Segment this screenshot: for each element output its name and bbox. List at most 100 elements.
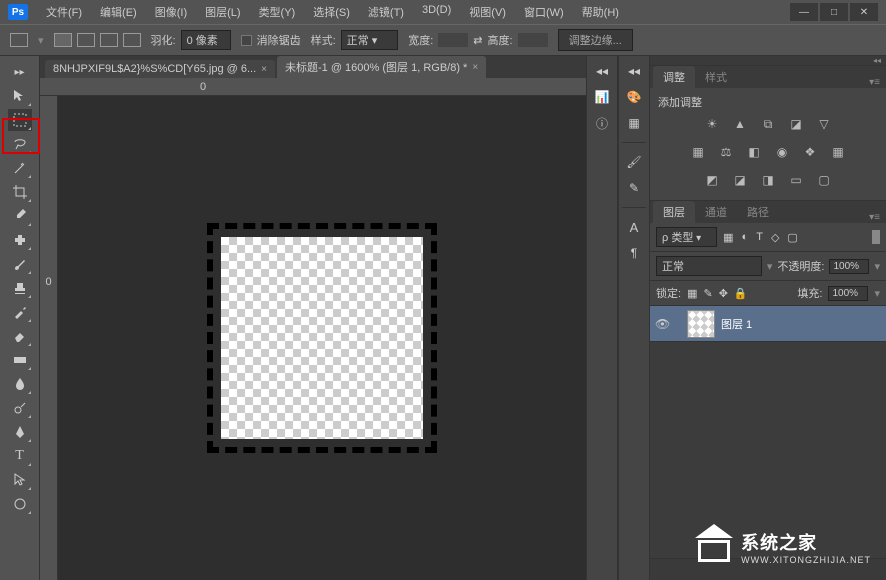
filter-type-select[interactable]: ρ 类型 ▾ — [656, 227, 717, 247]
blend-mode-select[interactable]: 正常 — [656, 256, 762, 276]
tab-adjustments[interactable]: 调整 — [653, 66, 695, 88]
color-icon[interactable]: 🎨 — [624, 87, 644, 107]
tab-close-icon[interactable]: × — [472, 62, 478, 73]
feather-input[interactable]: 0 像素 — [181, 30, 231, 50]
filter-toggle[interactable] — [872, 230, 880, 244]
menu-edit[interactable]: 编辑(E) — [92, 1, 145, 23]
style-select[interactable]: 正常 ▾ — [341, 30, 399, 50]
subtract-selection-icon[interactable] — [100, 33, 118, 47]
refine-edge-button[interactable]: 调整边缘... — [558, 29, 633, 51]
panel-menu-icon[interactable]: ▾≡ — [863, 212, 886, 223]
fill-input[interactable]: 100% — [828, 286, 868, 301]
gradient-map-icon[interactable]: ▭ — [787, 172, 805, 188]
filter-type-icon[interactable]: T — [756, 231, 763, 244]
layer-visibility-icon[interactable]: 👁 — [655, 317, 669, 331]
menu-image[interactable]: 图像(I) — [147, 1, 195, 23]
posterize-icon[interactable]: ◪ — [731, 172, 749, 188]
layer-name[interactable]: 图层 1 — [721, 316, 752, 332]
filter-smart-icon[interactable]: ▢ — [787, 231, 797, 244]
info-icon[interactable]: ⓘ — [592, 113, 612, 133]
vibrance-icon[interactable]: ▽ — [815, 116, 833, 132]
filter-pixel-icon[interactable]: ▦ — [723, 231, 733, 244]
invert-icon[interactable]: ◩ — [703, 172, 721, 188]
character-icon[interactable]: A — [624, 217, 644, 237]
layer-thumbnail[interactable] — [687, 310, 715, 338]
canvas[interactable] — [207, 223, 437, 453]
lock-pixels-icon[interactable]: ✎ — [703, 287, 712, 300]
histogram-icon[interactable]: 📊 — [592, 87, 612, 107]
menu-file[interactable]: 文件(F) — [38, 1, 90, 23]
collapse-bar[interactable]: ◂◂ — [650, 56, 886, 66]
filter-shape-icon[interactable]: ◇ — [771, 231, 779, 244]
path-select-tool[interactable] — [8, 469, 32, 491]
menu-3d[interactable]: 3D(D) — [414, 1, 459, 23]
brightness-icon[interactable]: ☀ — [703, 116, 721, 132]
lock-all-icon[interactable]: 🔒 — [734, 287, 748, 300]
selective-icon[interactable]: ▢ — [815, 172, 833, 188]
tab-channels[interactable]: 通道 — [695, 201, 737, 223]
heal-tool[interactable] — [8, 229, 32, 251]
filter-adjust-icon[interactable]: ◐ — [742, 231, 749, 244]
lock-trans-icon[interactable]: ▦ — [687, 287, 697, 300]
add-selection-icon[interactable] — [77, 33, 95, 47]
brush-panel-icon[interactable]: 🖌 — [624, 152, 644, 172]
marquee-tool[interactable] — [8, 109, 32, 131]
brush-tool[interactable] — [8, 253, 32, 275]
menu-type[interactable]: 类型(Y) — [251, 1, 304, 23]
shape-tool[interactable] — [8, 493, 32, 515]
menu-window[interactable]: 窗口(W) — [516, 1, 572, 23]
wand-tool[interactable] — [8, 157, 32, 179]
layer-row[interactable]: 👁 图层 1 — [650, 306, 886, 342]
layers-list[interactable]: 👁 图层 1 — [650, 306, 886, 558]
stamp-tool[interactable] — [8, 277, 32, 299]
menu-select[interactable]: 选择(S) — [305, 1, 358, 23]
lock-position-icon[interactable]: ✥ — [719, 287, 728, 300]
menu-view[interactable]: 视图(V) — [461, 1, 514, 23]
intersect-selection-icon[interactable] — [123, 33, 141, 47]
lasso-tool[interactable] — [8, 133, 32, 155]
balance-icon[interactable]: ⚖ — [717, 144, 735, 160]
opacity-input[interactable]: 100% — [829, 259, 869, 274]
exposure-icon[interactable]: ◪ — [787, 116, 805, 132]
gradient-tool[interactable] — [8, 349, 32, 371]
swatches-icon[interactable]: ▦ — [624, 113, 644, 133]
dodge-tool[interactable] — [8, 397, 32, 419]
mixer-icon[interactable]: ❖ — [801, 144, 819, 160]
document-tab-2[interactable]: 未标题-1 @ 1600% (图层 1, RGB/8) * × — [277, 56, 486, 78]
menu-help[interactable]: 帮助(H) — [574, 1, 627, 23]
close-button[interactable]: ✕ — [850, 3, 878, 21]
history-brush-tool[interactable] — [8, 301, 32, 323]
tool-preset-icon[interactable] — [10, 33, 28, 47]
dropdown-arrow-icon[interactable]: ▾ — [38, 34, 44, 47]
panel-menu-icon[interactable]: ▾≡ — [863, 77, 886, 88]
tab-close-icon[interactable]: × — [261, 64, 267, 75]
ruler-vertical[interactable]: 0 — [40, 96, 58, 580]
ruler-horizontal[interactable]: 0 — [40, 78, 586, 96]
threshold-icon[interactable]: ◨ — [759, 172, 777, 188]
curves-icon[interactable]: ⧉ — [759, 116, 777, 132]
pen-tool[interactable] — [8, 421, 32, 443]
minimize-button[interactable]: — — [790, 3, 818, 21]
new-selection-icon[interactable] — [54, 33, 72, 47]
tab-layers[interactable]: 图层 — [653, 201, 695, 223]
menu-filter[interactable]: 滤镜(T) — [360, 1, 412, 23]
tab-paths[interactable]: 路径 — [737, 201, 779, 223]
photo-filter-icon[interactable]: ◉ — [773, 144, 791, 160]
levels-icon[interactable]: ▲ — [731, 116, 749, 132]
blur-tool[interactable] — [8, 373, 32, 395]
collapse-icon[interactable]: ◂◂ — [624, 61, 644, 81]
eraser-tool[interactable] — [8, 325, 32, 347]
crop-tool[interactable] — [8, 181, 32, 203]
hue-icon[interactable]: ▦ — [689, 144, 707, 160]
maximize-button[interactable]: □ — [820, 3, 848, 21]
collapse-toolbar-icon[interactable]: ▸▸ — [8, 61, 32, 83]
paragraph-icon[interactable]: ¶ — [624, 243, 644, 263]
tab-styles[interactable]: 样式 — [695, 66, 737, 88]
lookup-icon[interactable]: ▦ — [829, 144, 847, 160]
collapse-icon[interactable]: ◂◂ — [592, 61, 612, 81]
brush-presets-icon[interactable]: ✎ — [624, 178, 644, 198]
type-tool[interactable]: T — [8, 445, 32, 467]
document-tab-1[interactable]: 8NHJPXIF9L$A2}%S%CD[Y65.jpg @ 6... × — [45, 60, 275, 78]
eyedropper-tool[interactable] — [8, 205, 32, 227]
menu-layer[interactable]: 图层(L) — [197, 1, 248, 23]
